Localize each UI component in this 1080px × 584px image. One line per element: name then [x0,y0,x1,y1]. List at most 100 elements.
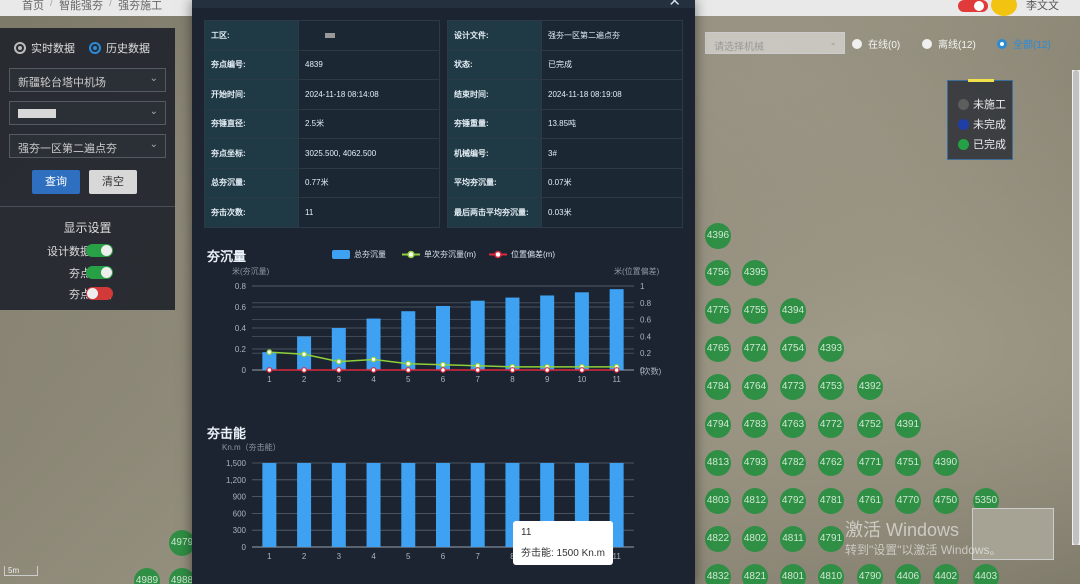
map-point[interactable]: 4782 [780,450,806,476]
map-point[interactable]: 4771 [857,450,883,476]
map-point[interactable]: 4772 [818,412,844,438]
map-point[interactable]: 4763 [780,412,806,438]
radio-realtime[interactable]: 实时数据 [14,40,75,56]
scrollbar-thumb[interactable] [1073,70,1079,545]
filter-offline-label: 离线(12) [938,40,976,51]
map-point[interactable]: 4794 [705,412,731,438]
left-query-panel: 实时数据 历史数据 新疆轮台塔中机场 ⌄ ⌄ 强夯一区第二遍点夯 ⌄ 查询 清空… [0,28,175,310]
top-toggle-switch[interactable] [958,0,988,12]
map-point[interactable]: 4391 [895,412,921,438]
map-point[interactable]: 4832 [705,564,731,584]
table-row: 最后两击平均夯沉量: 0.03米 [447,197,683,228]
map-point[interactable]: 4765 [705,336,731,362]
map-point[interactable]: 4756 [705,260,731,286]
x-axis-label: (次数) [640,366,662,376]
map-point[interactable]: 4793 [742,450,768,476]
settlement-chart[interactable]: 米(夯沉量) 米(位置偏差) 0 0.2 0.4 0.6 0.8 10 0.2 0.4 0.6 0.8… [192,262,695,392]
map-point[interactable]: 4783 [742,412,768,438]
area-select[interactable]: ⌄ [9,101,166,125]
map-point[interactable]: 4792 [780,488,806,514]
map-point[interactable]: 4781 [818,488,844,514]
design-select[interactable]: 强夯一区第二遍点夯 ⌄ [9,134,166,158]
query-button[interactable]: 查询 [32,170,80,194]
table-row: 夯点编号: 4839 [204,49,440,80]
vertical-scrollbar[interactable] [1072,70,1080,545]
map-point[interactable]: 4791 [818,526,844,552]
map-point[interactable]: 4392 [857,374,883,400]
map-point[interactable]: 4775 [705,298,731,324]
map-point[interactable]: 4821 [742,564,768,584]
close-icon[interactable]: ✕ [668,0,681,10]
table-row: 状态: 已完成 [447,49,683,80]
breadcrumb-separator: / [109,0,113,9]
breadcrumb-separator: / [50,0,54,9]
user-name[interactable]: 李文文 [1026,0,1059,13]
avatar[interactable] [991,0,1017,16]
map-point[interactable]: 4394 [780,298,806,324]
map-point[interactable]: 4770 [895,488,921,514]
info-label: 工区: [204,20,299,51]
table-row: 夯锤直径: 2.5米 [204,108,440,139]
energy-chart[interactable]: Kn.m（夯击能）03006009001,2001,50012345678910… [192,440,695,565]
map-point[interactable]: 4803 [705,488,731,514]
legend-item-completed: 已完成 [958,136,1006,152]
map-point[interactable]: 4396 [705,223,731,249]
map-point[interactable]: 4402 [933,564,959,584]
legend-single-settlement[interactable]: 单次夯沉量(m) [402,249,476,260]
bar-energy [297,463,312,547]
info-value-masked [298,20,440,51]
map-point[interactable]: 4802 [742,526,768,552]
table-row: 设计文件: 强夯一区第二遍点夯 [447,20,683,51]
map-point[interactable]: 4790 [857,564,883,584]
filter-offline-radio[interactable]: 离线(12) [922,36,976,51]
x-tick-label: 7 [476,552,481,561]
y-tick-label: 900 [233,493,247,502]
map-point[interactable]: 4774 [742,336,768,362]
map-point[interactable]: 4813 [705,450,731,476]
map-point[interactable]: 4764 [742,374,768,400]
map-point[interactable]: 4801 [780,564,806,584]
legend-total-settlement[interactable]: 总夯沉量 [332,249,386,260]
map-point[interactable]: 4761 [857,488,883,514]
map-point[interactable]: 4784 [705,374,731,400]
map-point[interactable]: 4406 [895,564,921,584]
map-point[interactable]: 4390 [933,450,959,476]
map-point[interactable]: 4403 [973,564,999,584]
map-point[interactable]: 4810 [818,564,844,584]
setting-point-cluster-switch[interactable] [86,287,113,300]
radio-history[interactable]: 历史数据 [89,40,150,56]
breadcrumb-smart-compaction[interactable]: 智能强夯 [59,0,103,13]
map-point[interactable]: 4812 [742,488,768,514]
legend-label: 位置偏差(m) [511,250,555,259]
breadcrumb-home[interactable]: 首页 [22,0,44,13]
map-point[interactable]: 4822 [705,526,731,552]
filter-online-radio[interactable]: 在线(0) [852,36,900,51]
legend-position-deviation[interactable]: 位置偏差(m) [489,249,555,260]
info-label: 状态: [447,49,542,80]
map-point[interactable]: 4773 [780,374,806,400]
map-point[interactable]: 4395 [742,260,768,286]
map-point[interactable]: 4754 [780,336,806,362]
map-point[interactable]: 4811 [780,526,806,552]
setting-design-boundary-switch[interactable] [86,244,113,257]
table-row: 工区: [204,20,440,51]
map-point[interactable]: 4755 [742,298,768,324]
map-point[interactable]: 4752 [857,412,883,438]
info-label: 平均夯沉量: [447,167,542,198]
map-point[interactable]: 4753 [818,374,844,400]
map-point[interactable]: 4762 [818,450,844,476]
map-point[interactable]: 4750 [933,488,959,514]
legend-dot-icon [958,138,969,150]
data-point [579,367,585,373]
map-point[interactable]: 4751 [895,450,921,476]
setting-point-number-switch[interactable] [86,266,113,279]
map-point[interactable]: 4393 [818,336,844,362]
clear-button[interactable]: 清空 [89,170,137,194]
project-select[interactable]: 新疆轮台塔中机场 ⌄ [9,68,166,92]
y-tick-label-right: 0.2 [640,349,652,358]
bar-energy [331,463,346,547]
status-legend: 未施工 未完成 已完成 [947,79,1013,160]
filter-all-radio[interactable]: 全部(12) [997,36,1051,51]
legend-label: 单次夯沉量(m) [424,250,476,259]
machine-select[interactable]: 请选择机械 ⌄ [705,32,845,54]
